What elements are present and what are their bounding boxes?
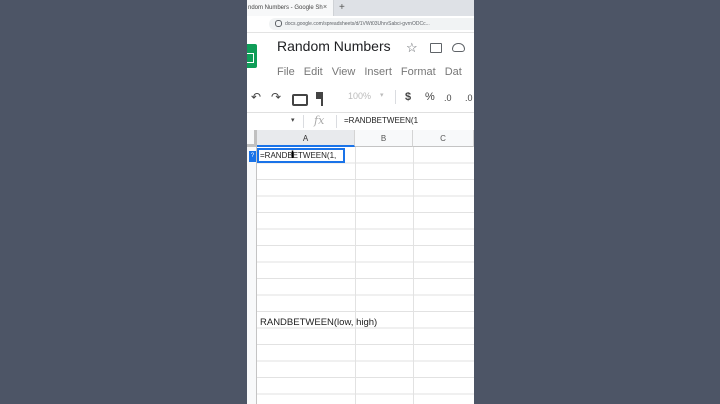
paint-format-icon[interactable] <box>316 92 323 106</box>
new-tab-button[interactable]: + <box>339 0 345 15</box>
undo-icon[interactable]: ↶ <box>251 90 261 104</box>
cloud-icon[interactable] <box>452 43 465 52</box>
menu-view[interactable]: View <box>332 66 356 78</box>
star-icon[interactable]: ☆ <box>406 40 418 56</box>
formula-divider <box>336 115 337 128</box>
print-icon[interactable] <box>292 94 308 106</box>
percent-format-button[interactable]: % <box>425 91 435 103</box>
column-header-b[interactable]: B <box>355 130 413 147</box>
select-all-corner[interactable] <box>247 130 257 147</box>
fx-icon: fx <box>314 114 325 127</box>
address-bar[interactable]: docs.google.com/spreadsheets/d/1VWt03Uhr… <box>269 18 474 30</box>
browser-tab[interactable]: ndom Numbers - Google Sh × <box>247 0 334 16</box>
column-header-a[interactable]: A <box>257 130 355 147</box>
document-title[interactable]: Random Numbers <box>277 38 391 54</box>
lock-icon <box>275 20 282 28</box>
address-row: docs.google.com/spreadsheets/d/1VWt03Uhr… <box>247 16 474 33</box>
menu-edit[interactable]: Edit <box>304 66 323 78</box>
menu-file[interactable]: File <box>277 66 295 78</box>
text-cursor-icon: I <box>291 149 295 161</box>
menu-format[interactable]: Format <box>401 66 436 78</box>
redo-icon[interactable]: ↷ <box>271 90 281 104</box>
toolbar: ↶ ↷ 100% ▾ $ % .0 .0 <box>247 84 474 110</box>
spreadsheet-grid[interactable]: A B C ? =RANDBETWEEN(1, I RANDBETWEEN(lo… <box>247 130 474 404</box>
zoom-chevron-down-icon[interactable]: ▾ <box>380 91 384 99</box>
letterbox-right <box>474 0 720 404</box>
formula-bar: ▾ fx =RANDBETWEEN(1 <box>247 112 474 131</box>
row-headers[interactable] <box>247 147 257 404</box>
name-box-chevron-down-icon[interactable]: ▾ <box>291 116 295 124</box>
tab-close-icon[interactable]: × <box>323 0 327 16</box>
menu-data[interactable]: Dat <box>445 66 462 78</box>
increase-decimal-button[interactable]: .0 <box>465 93 473 103</box>
menu-insert[interactable]: Insert <box>364 66 392 78</box>
toolbar-divider <box>395 90 396 104</box>
decrease-decimal-button[interactable]: .0 <box>444 93 452 103</box>
sheets-logo-grid-icon <box>247 53 254 63</box>
letterbox-left <box>0 0 247 404</box>
row-header-1[interactable]: ? <box>249 151 256 162</box>
function-caption: RANDBETWEEN(low, high) <box>260 317 378 328</box>
menu-bar: File Edit View Insert Format Dat <box>277 62 471 78</box>
cell-gridlines <box>257 147 474 404</box>
zoom-select[interactable]: 100% <box>348 91 371 101</box>
column-divider <box>355 147 356 404</box>
url-text: docs.google.com/spreadsheets/d/1VWt03Uhr… <box>285 21 430 27</box>
currency-format-button[interactable]: $ <box>405 91 411 103</box>
tab-strip: ndom Numbers - Google Sh × + <box>247 0 474 16</box>
browser-window: ndom Numbers - Google Sh × + docs.google… <box>247 0 474 404</box>
formula-divider <box>303 115 304 128</box>
active-cell-a1[interactable]: =RANDBETWEEN(1, <box>257 148 345 163</box>
column-divider <box>413 147 414 404</box>
tab-title: ndom Numbers - Google Sh <box>248 5 323 11</box>
formula-input[interactable]: =RANDBETWEEN(1 <box>344 116 418 125</box>
sheets-logo[interactable] <box>247 44 257 68</box>
folder-icon[interactable] <box>430 43 442 53</box>
column-header-c[interactable]: C <box>413 130 474 147</box>
